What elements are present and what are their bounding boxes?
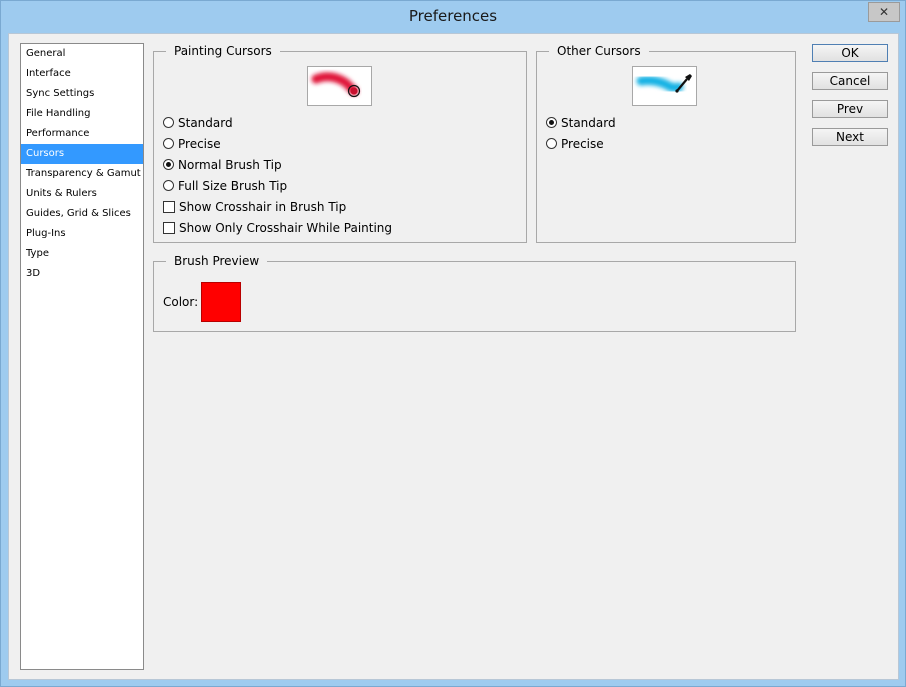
painting-precise-label: Precise [178, 137, 221, 151]
sidebar-item-cursors[interactable]: Cursors [21, 144, 143, 164]
ok-button[interactable]: OK [812, 44, 888, 62]
painting-normal-brush-tip-option[interactable]: Normal Brush Tip [163, 156, 282, 174]
dialog-body: General Interface Sync Settings File Han… [8, 33, 899, 680]
painting-cursors-group: Painting Cursors Standard Precise Normal [153, 43, 527, 243]
sidebar-item-plug-ins[interactable]: Plug-Ins [21, 224, 143, 244]
sidebar-item-3d[interactable]: 3D [21, 264, 143, 284]
color-label: Color: [163, 295, 199, 309]
title-bar[interactable]: Preferences ✕ [1, 1, 905, 33]
painting-full-size-brush-tip-option[interactable]: Full Size Brush Tip [163, 177, 287, 195]
show-only-crosshair-option[interactable]: Show Only Crosshair While Painting [163, 219, 392, 237]
other-cursors-group: Other Cursors Standard Precise [536, 43, 796, 243]
show-only-crosshair-checkbox[interactable] [163, 221, 175, 234]
painting-precise-option[interactable]: Precise [163, 135, 221, 153]
painting-standard-option[interactable]: Standard [163, 114, 233, 132]
eyedropper-preview-icon [636, 74, 692, 93]
cancel-button[interactable]: Cancel [812, 72, 888, 90]
sidebar-item-interface[interactable]: Interface [21, 64, 143, 84]
sidebar-item-performance[interactable]: Performance [21, 124, 143, 144]
other-precise-label: Precise [561, 137, 604, 151]
other-cursors-title: Other Cursors [549, 43, 649, 59]
show-crosshair-label: Show Crosshair in Brush Tip [179, 200, 347, 214]
category-list[interactable]: General Interface Sync Settings File Han… [20, 43, 144, 670]
close-button[interactable]: ✕ [868, 2, 900, 22]
other-standard-radio[interactable] [546, 117, 557, 128]
preferences-window: Preferences ✕ General Interface Sync Set… [0, 0, 906, 687]
painting-normal-brush-tip-radio[interactable] [163, 159, 174, 170]
other-precise-radio[interactable] [546, 138, 557, 149]
sidebar-item-file-handling[interactable]: File Handling [21, 104, 143, 124]
other-cursor-preview [632, 66, 697, 106]
painting-standard-label: Standard [178, 116, 233, 130]
show-only-crosshair-label: Show Only Crosshair While Painting [179, 221, 393, 235]
other-standard-label: Standard [561, 116, 616, 130]
sidebar-item-general[interactable]: General [21, 44, 143, 64]
painting-precise-radio[interactable] [163, 138, 174, 149]
other-precise-option[interactable]: Precise [546, 135, 604, 153]
brush-preview-title: Brush Preview [166, 253, 268, 269]
painting-full-size-brush-tip-label: Full Size Brush Tip [178, 179, 288, 193]
painting-cursors-title: Painting Cursors [166, 43, 280, 59]
brush-preview-group: Brush Preview Color: [153, 253, 796, 332]
brush-stroke-preview-icon [311, 72, 361, 98]
sidebar-item-transparency-gamut[interactable]: Transparency & Gamut [21, 164, 143, 184]
painting-cursor-preview [307, 66, 372, 106]
sidebar-item-guides-grid-slices[interactable]: Guides, Grid & Slices [21, 204, 143, 224]
painting-normal-brush-tip-label: Normal Brush Tip [178, 158, 282, 172]
prev-button[interactable]: Prev [812, 100, 888, 118]
show-crosshair-option[interactable]: Show Crosshair in Brush Tip [163, 198, 346, 216]
sidebar-item-type[interactable]: Type [21, 244, 143, 264]
other-standard-option[interactable]: Standard [546, 114, 616, 132]
window-title: Preferences [408, 7, 498, 25]
sidebar-item-sync-settings[interactable]: Sync Settings [21, 84, 143, 104]
painting-standard-radio[interactable] [163, 117, 174, 128]
brush-color-swatch[interactable] [201, 282, 241, 322]
painting-full-size-brush-tip-radio[interactable] [163, 180, 174, 191]
close-icon: ✕ [878, 5, 890, 19]
show-crosshair-checkbox[interactable] [163, 200, 175, 213]
sidebar-item-units-rulers[interactable]: Units & Rulers [21, 184, 143, 204]
next-button[interactable]: Next [812, 128, 888, 146]
